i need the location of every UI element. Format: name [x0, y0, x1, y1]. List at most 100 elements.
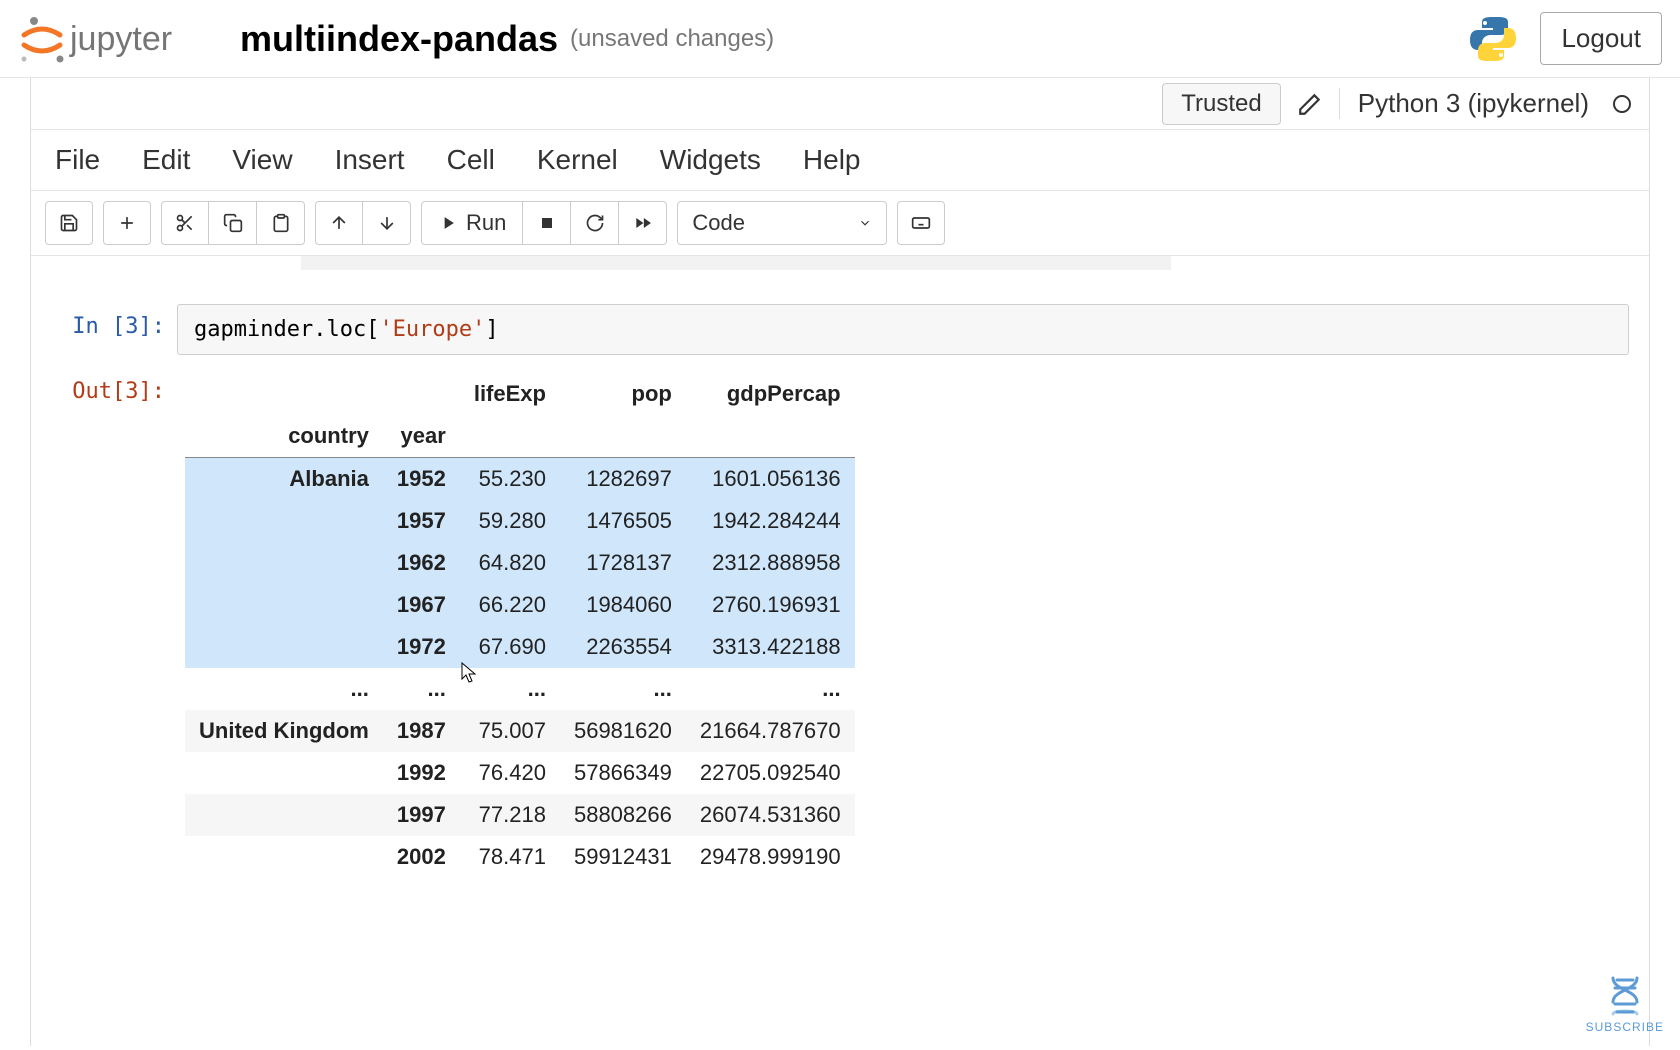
menu-insert[interactable]: Insert	[335, 144, 405, 176]
notebook-save-status: (unsaved changes)	[570, 25, 774, 53]
menubar: File Edit View Insert Cell Kernel Widget…	[31, 130, 1649, 191]
command-palette-button[interactable]	[897, 201, 945, 245]
subscribe-label: SUBSCRIBE	[1586, 1020, 1664, 1034]
play-icon	[438, 213, 458, 233]
cell-country: ...	[185, 668, 383, 710]
run-label: Run	[466, 210, 506, 236]
code-string: 'Europe'	[379, 317, 485, 342]
cell-lifeexp: 76.420	[460, 752, 560, 794]
move-down-button[interactable]	[363, 201, 411, 245]
idx-country: country	[185, 415, 383, 458]
header-bar: jupyter multiindex-pandas (unsaved chang…	[0, 0, 1680, 78]
cell-year: 1992	[383, 752, 460, 794]
interrupt-button[interactable]	[523, 201, 571, 245]
menu-file[interactable]: File	[55, 144, 100, 176]
cell-year: 1987	[383, 710, 460, 752]
toolbar: Run Code	[31, 191, 1649, 256]
jupyter-logo[interactable]: jupyter	[18, 13, 218, 65]
menu-kernel[interactable]: Kernel	[537, 144, 618, 176]
table-row: 2002 78.471 59912431 29478.999190	[185, 836, 855, 878]
cell-lifeexp: 64.820	[460, 542, 560, 584]
cut-button[interactable]	[161, 201, 209, 245]
chevron-down-icon	[858, 216, 872, 230]
cell-gdp: 21664.787670	[686, 710, 855, 752]
cell-year: 1967	[383, 584, 460, 626]
table-row: 1972 67.690 2263554 3313.422188	[185, 626, 855, 668]
cell-pop: 1984060	[560, 584, 686, 626]
plus-icon	[117, 213, 137, 233]
cell-pop: ...	[560, 668, 686, 710]
fast-forward-icon	[633, 213, 653, 233]
table-row: 1957 59.280 1476505 1942.284244	[185, 500, 855, 542]
table-row: 1992 76.420 57866349 22705.092540	[185, 752, 855, 794]
kernel-status-indicator	[1613, 95, 1631, 113]
notebook-area[interactable]: In [3]: gapminder.loc['Europe'] Out[3]: …	[30, 256, 1650, 1046]
cell-pop: 57866349	[560, 752, 686, 794]
cell-gdp: 2760.196931	[686, 584, 855, 626]
code-input[interactable]: gapminder.loc['Europe']	[177, 304, 1629, 355]
cell-year: 1957	[383, 500, 460, 542]
cell-lifeexp: 55.230	[460, 458, 560, 501]
arrow-up-icon	[329, 213, 349, 233]
insert-cell-button[interactable]	[103, 201, 151, 245]
cell-country	[185, 500, 383, 542]
cell-lifeexp: ...	[460, 668, 560, 710]
menu-view[interactable]: View	[232, 144, 292, 176]
cell-lifeexp: 77.218	[460, 794, 560, 836]
table-row: United Kingdom 1987 75.007 56981620 2166…	[185, 710, 855, 752]
celltype-value: Code	[692, 210, 745, 236]
restart-run-all-button[interactable]	[619, 201, 667, 245]
cell-pop: 1282697	[560, 458, 686, 501]
table-row: 1997 77.218 58808266 26074.531360	[185, 794, 855, 836]
keyboard-icon	[911, 213, 931, 233]
out-prompt: Out[3]:	[51, 369, 177, 404]
dna-icon	[1601, 972, 1649, 1020]
cell-gdp: 22705.092540	[686, 752, 855, 794]
cell-year: 1997	[383, 794, 460, 836]
code-post: ]	[485, 317, 498, 342]
code-pre: gapminder.loc[	[194, 317, 379, 342]
cell-year: 1952	[383, 458, 460, 501]
copy-icon	[223, 213, 243, 233]
save-button[interactable]	[45, 201, 93, 245]
arrow-down-icon	[377, 213, 397, 233]
cell-lifeexp: 66.220	[460, 584, 560, 626]
restart-button[interactable]	[571, 201, 619, 245]
cell-year: 2002	[383, 836, 460, 878]
cell-pop: 1476505	[560, 500, 686, 542]
notebook-title[interactable]: multiindex-pandas	[240, 18, 558, 60]
menu-edit[interactable]: Edit	[142, 144, 190, 176]
logout-button[interactable]: Logout	[1540, 12, 1662, 65]
copy-button[interactable]	[209, 201, 257, 245]
code-cell[interactable]: In [3]: gapminder.loc['Europe'] Out[3]: …	[31, 304, 1649, 878]
run-button[interactable]: Run	[421, 201, 523, 245]
restart-icon	[585, 213, 605, 233]
cell-year: 1962	[383, 542, 460, 584]
cell-gdp: 3313.422188	[686, 626, 855, 668]
kernel-name[interactable]: Python 3 (ipykernel)	[1339, 88, 1597, 119]
col-lifeexp: lifeExp	[460, 373, 560, 415]
cell-country: United Kingdom	[185, 710, 383, 752]
cell-year: 1972	[383, 626, 460, 668]
cell-pop: 2263554	[560, 626, 686, 668]
cell-lifeexp: 59.280	[460, 500, 560, 542]
menu-help[interactable]: Help	[803, 144, 861, 176]
menu-widgets[interactable]: Widgets	[660, 144, 761, 176]
edit-icon[interactable]	[1297, 91, 1323, 117]
previous-output-fragment	[301, 256, 1171, 270]
paste-button[interactable]	[257, 201, 305, 245]
move-up-button[interactable]	[315, 201, 363, 245]
celltype-select[interactable]: Code	[677, 201, 887, 245]
svg-text:jupyter: jupyter	[69, 20, 172, 58]
cell-gdp: 26074.531360	[686, 794, 855, 836]
menu-cell[interactable]: Cell	[447, 144, 495, 176]
subscribe-badge[interactable]: SUBSCRIBE	[1586, 972, 1664, 1034]
cell-year: ...	[383, 668, 460, 710]
trusted-button[interactable]: Trusted	[1162, 83, 1280, 125]
idx-year: year	[383, 415, 460, 458]
cell-country	[185, 542, 383, 584]
cell-country	[185, 584, 383, 626]
dataframe-table: lifeExp pop gdpPercap country year Alban…	[185, 373, 855, 878]
cell-country: Albania	[185, 458, 383, 501]
trust-bar: Trusted Python 3 (ipykernel)	[31, 78, 1649, 130]
